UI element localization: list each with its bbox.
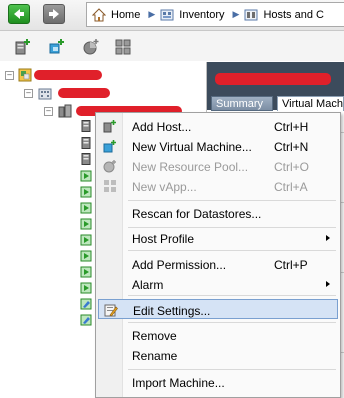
tab-summary[interactable]: Summary [211,96,273,111]
host-icon[interactable] [80,153,92,165]
inventory-icon [160,9,174,20]
menu-item-add-host[interactable]: Add Host... Ctrl+H [98,116,338,136]
menu-item-rename[interactable]: Rename [98,345,338,365]
menu-item-label: New Virtual Machine... [132,140,252,154]
menu-item-alarm[interactable]: Alarm [98,274,338,294]
menu-item-shortcut: Ctrl+A [274,180,308,194]
tree-node-label-redacted[interactable] [34,70,102,80]
menu-item-label: Edit Settings... [133,304,211,318]
new-resource-pool-icon[interactable] [82,38,100,56]
menu-item-label: Alarm [132,278,164,292]
vm-powered-on-icon[interactable] [80,170,92,182]
menu-item-label: Import Machine... [132,376,225,390]
forward-button[interactable] [43,4,65,24]
menu-item-new-virtual-machine[interactable]: New Virtual Machine... Ctrl+N [98,136,338,156]
details-header: Summary Virtual Machi [207,62,344,111]
edit-settings-icon [104,304,118,317]
vm-powered-on-icon[interactable] [80,234,92,246]
menu-separator [128,322,336,323]
tree-node-label-redacted[interactable] [58,88,110,98]
context-menu: Add Host... Ctrl+H New Virtual Machine..… [95,112,341,398]
menu-item-shortcut: Ctrl+O [274,160,310,174]
menu-separator [128,200,336,201]
menu-item-label: Add Permission... [132,258,227,272]
vm-powered-on-icon[interactable] [80,266,92,278]
new-vapp-icon[interactable] [114,38,132,56]
arrow-left-icon [14,9,24,19]
cluster-icon[interactable] [58,104,72,118]
host-icon[interactable] [80,120,92,132]
menu-item-import-machine[interactable]: Import Machine... [98,372,338,392]
menu-item-label: Host Profile [132,232,195,246]
menu-item-add-permission[interactable]: Add Permission... Ctrl+P [98,254,338,274]
new-vm-icon[interactable] [48,38,66,56]
breadcrumb-hosts-clusters[interactable]: Hosts and C [239,8,324,22]
menu-item-label: Rescan for Datastores... [132,207,262,221]
vm-edit-icon[interactable] [80,314,92,326]
breadcrumb-separator-icon: ▶ [232,9,240,19]
vm-powered-on-icon[interactable] [80,218,92,230]
menu-item-shortcut: Ctrl+P [274,258,308,272]
vm-powered-on-icon[interactable] [80,202,92,214]
new-vm-icon [103,140,116,153]
details-title-redacted [215,73,331,85]
datacenter-icon[interactable] [38,86,52,100]
breadcrumb-label: Home [111,8,141,21]
tab-virtual-machines[interactable]: Virtual Machi [277,96,344,111]
breadcrumb-label: Inventory [179,8,225,21]
navigation-bar: Home ▶ Inventory ▶ Hosts and C [0,0,344,31]
add-host-icon [103,120,116,133]
menu-separator [128,369,336,370]
menu-item-shortcut: Ctrl+H [274,120,309,134]
breadcrumb-separator-icon: ▶ [148,9,156,19]
tree-collapse-icon[interactable]: – [24,89,33,98]
vm-powered-on-icon[interactable] [80,282,92,294]
vcenter-icon[interactable] [18,68,32,82]
menu-separator [128,295,336,296]
menu-item-rescan-datastores[interactable]: Rescan for Datastores... [98,203,338,223]
menu-item-new-vapp[interactable]: New vApp... Ctrl+A [98,176,338,196]
menu-item-new-resource-pool[interactable]: New Resource Pool... Ctrl+O [98,156,338,176]
menu-item-remove[interactable]: Remove [98,325,338,345]
add-host-icon[interactable] [14,38,32,56]
submenu-arrow-icon [326,235,330,241]
vm-powered-on-icon[interactable] [80,250,92,262]
vm-edit-icon[interactable] [80,298,92,310]
breadcrumb: Home ▶ Inventory ▶ Hosts and C [86,2,344,27]
menu-item-label: New Resource Pool... [132,160,249,174]
menu-item-shortcut: Ctrl+N [274,140,309,154]
menu-item-label: Rename [132,349,178,363]
menu-item-host-profile[interactable]: Host Profile [98,228,338,248]
menu-item-label: Add Host... [132,120,192,134]
back-button[interactable] [8,4,30,24]
breadcrumb-label: Hosts and C [263,8,324,21]
menu-item-label: Remove [132,329,177,343]
home-icon [92,7,106,21]
menu-item-edit-settings[interactable]: Edit Settings... [98,299,338,319]
resource-pool-icon [103,160,116,173]
vm-powered-on-icon[interactable] [80,186,92,198]
breadcrumb-inventory[interactable]: Inventory ▶ [155,8,239,22]
hosts-clusters-icon [244,9,258,20]
menu-item-label: New vApp... [132,180,197,194]
menu-separator [128,250,336,251]
breadcrumb-home[interactable]: Home ▶ [87,7,156,22]
vapp-icon [104,180,116,192]
tree-collapse-icon[interactable]: – [44,107,53,116]
host-icon[interactable] [80,137,92,149]
toolbar [0,31,344,61]
submenu-arrow-icon [326,281,330,287]
arrow-right-icon [49,9,59,19]
tree-collapse-icon[interactable]: – [5,71,14,80]
